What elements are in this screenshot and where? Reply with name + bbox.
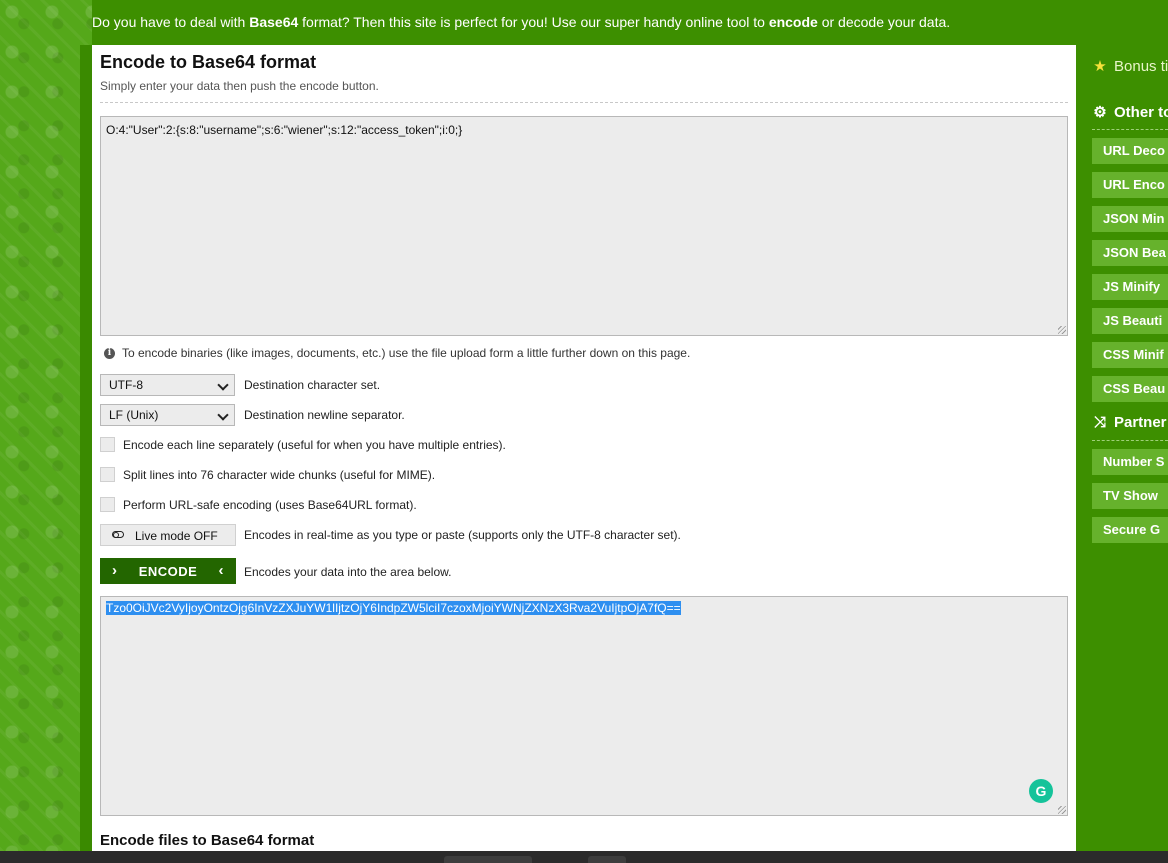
info-icon: i xyxy=(104,348,115,359)
files-section-title: Encode files to Base64 format xyxy=(100,832,315,849)
intro-bold-base64: Base64 xyxy=(249,14,299,30)
charset-value: UTF-8 xyxy=(109,378,143,392)
page-title: Encode to Base64 format xyxy=(100,52,317,72)
sidebar-item-json-minify[interactable]: JSON Min xyxy=(1092,206,1168,232)
sidebar-item-json-beautify[interactable]: JSON Bea xyxy=(1092,240,1168,266)
charset-select[interactable]: UTF-8 xyxy=(100,374,235,396)
chevron-down-icon xyxy=(217,409,229,421)
sidebar-item-css-beautify[interactable]: CSS Beau xyxy=(1092,376,1168,402)
bonus-link[interactable]: ★ Bonus ti xyxy=(1092,57,1168,75)
live-mode-label: Live mode OFF xyxy=(135,529,218,543)
charset-label: Destination character set. xyxy=(244,378,381,392)
sidebar-partner-secure[interactable]: Secure G xyxy=(1092,517,1168,543)
newline-value: LF (Unix) xyxy=(109,408,159,422)
background-strip xyxy=(80,45,92,851)
divider xyxy=(100,102,1068,103)
sidebar-partner-tv-show[interactable]: TV Show xyxy=(1092,483,1168,509)
newline-select[interactable]: LF (Unix) xyxy=(100,404,235,426)
chevron-down-icon xyxy=(217,379,229,391)
checkbox-url-safe-label: Perform URL-safe encoding (uses Base64UR… xyxy=(123,498,417,512)
star-icon: ★ xyxy=(1093,58,1107,75)
resize-handle-icon[interactable] xyxy=(1058,806,1066,814)
taskbar-item[interactable] xyxy=(588,856,626,863)
sidebar-divider xyxy=(1092,129,1168,130)
encode-button[interactable]: › ENCODE ‹ xyxy=(100,558,236,584)
info-text: To encode binaries (like images, documen… xyxy=(122,346,691,360)
input-textarea[interactable]: O:4:"User":2:{s:8:"username";s:6:"wiener… xyxy=(100,116,1068,336)
taskbar xyxy=(0,851,1168,863)
partners-heading: ⤨ Partner xyxy=(1093,414,1167,431)
newline-label: Destination newline separator. xyxy=(244,408,405,422)
live-mode-button[interactable]: Live mode OFF xyxy=(100,524,236,546)
checkbox-split-lines-label: Split lines into 76 character wide chunk… xyxy=(123,468,436,482)
encode-label: ENCODE xyxy=(138,563,198,579)
encode-desc: Encodes your data into the area below. xyxy=(244,565,452,579)
output-textarea[interactable]: Tzo0OiJVc2VyIjoyOntzOjg6InVzZXJuYW1lIjtz… xyxy=(100,596,1068,816)
sidebar-item-css-minify[interactable]: CSS Minif xyxy=(1092,342,1168,368)
sidebar: ★ Bonus ti ⚙ Other to URL Deco URL Enco JS… xyxy=(1076,45,1168,851)
background-pattern xyxy=(0,0,92,851)
sidebar-divider xyxy=(1092,440,1168,441)
checkbox-separate-lines-label: Encode each line separately (useful for … xyxy=(123,438,506,452)
checkbox-separate-lines[interactable] xyxy=(100,437,115,452)
chevron-right-icon: › xyxy=(112,562,118,579)
input-value: O:4:"User":2:{s:8:"username";s:6:"wiener… xyxy=(106,123,463,137)
intro-bold-encode: encode xyxy=(768,14,818,30)
toggle-icon xyxy=(112,531,124,538)
page-subtitle: Simply enter your data then push the enc… xyxy=(100,79,379,93)
sidebar-item-url-decode[interactable]: URL Deco xyxy=(1092,138,1168,164)
shuffle-icon: ⤨ xyxy=(1093,414,1106,431)
resize-handle-icon[interactable] xyxy=(1058,326,1066,334)
sidebar-item-js-beautify[interactable]: JS Beauti xyxy=(1092,308,1168,334)
checkbox-split-lines[interactable] xyxy=(100,467,115,482)
output-value: Tzo0OiJVc2VyIjoyOntzOjg6InVzZXJuYW1lIjtz… xyxy=(106,601,681,615)
sidebar-item-js-minify[interactable]: JS Minify xyxy=(1092,274,1168,300)
sidebar-item-url-encode[interactable]: URL Enco xyxy=(1092,172,1168,198)
intro-text: Do you have to deal with Base64 format? … xyxy=(92,14,951,30)
grammarly-icon[interactable]: G xyxy=(1029,779,1053,803)
live-mode-desc: Encodes in real-time as you type or past… xyxy=(244,528,681,542)
other-tools-heading: ⚙ Other to xyxy=(1093,104,1168,121)
checkbox-url-safe[interactable] xyxy=(100,497,115,512)
taskbar-item[interactable] xyxy=(444,856,532,863)
sidebar-partner-number[interactable]: Number S xyxy=(1092,449,1168,475)
main-panel: Encode to Base64 format Simply enter you… xyxy=(92,45,1076,851)
chevron-left-icon: ‹ xyxy=(218,562,224,579)
gear-icon: ⚙ xyxy=(1093,104,1107,121)
